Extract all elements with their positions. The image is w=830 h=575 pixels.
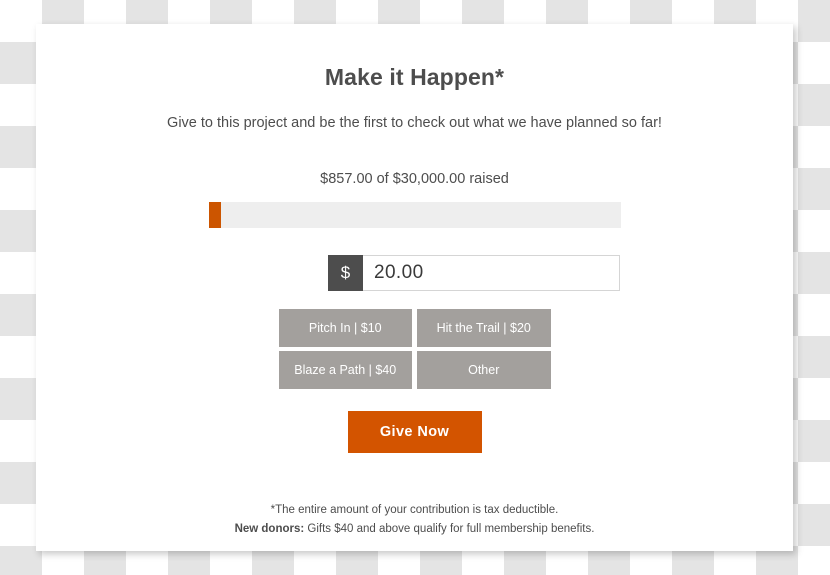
- preset-amount-group: Pitch In | $10 Hit the Trail | $20 Blaze…: [278, 309, 551, 389]
- donation-card: Make it Happen* Give to this project and…: [36, 24, 793, 551]
- progress-track: [208, 202, 621, 228]
- raised-amount-label: $857.00 of $30,000.00 raised: [320, 171, 509, 187]
- new-donors-label: New donors:: [234, 523, 305, 535]
- new-donors-note: New donors: Gifts $40 and above qualify …: [36, 520, 793, 539]
- amount-field-group: $: [328, 255, 620, 291]
- progress-fill: [208, 202, 221, 228]
- page-subtitle: Give to this project and be the first to…: [167, 115, 662, 131]
- progress-bar-container: [208, 202, 621, 228]
- amount-row: $: [36, 255, 793, 291]
- preset-blaze-a-path-button[interactable]: Blaze a Path | $40: [278, 351, 412, 389]
- footnotes: *The entire amount of your contribution …: [36, 501, 793, 539]
- preset-hit-the-trail-button[interactable]: Hit the Trail | $20: [417, 309, 551, 347]
- submit-row: Give Now: [36, 411, 793, 453]
- donation-amount-input[interactable]: [363, 255, 620, 291]
- give-now-button[interactable]: Give Now: [347, 411, 482, 453]
- preset-pitch-in-button[interactable]: Pitch In | $10: [278, 309, 412, 347]
- tax-deductible-note: *The entire amount of your contribution …: [270, 504, 559, 516]
- new-donors-text: Gifts $40 and above qualify for full mem…: [304, 523, 595, 535]
- preset-other-button[interactable]: Other: [417, 351, 551, 389]
- currency-symbol-icon: $: [328, 255, 363, 291]
- page-title: Make it Happen*: [324, 64, 505, 90]
